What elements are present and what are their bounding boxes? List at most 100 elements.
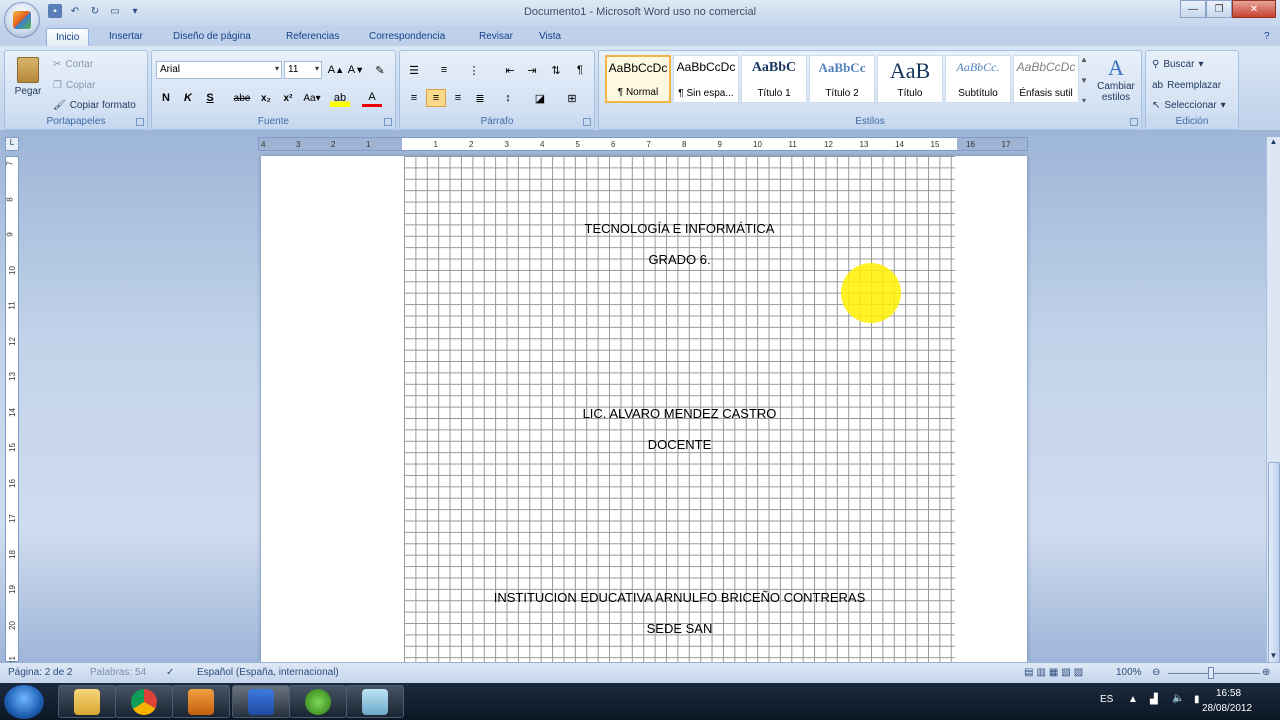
decrease-indent-icon[interactable]: ⇤ xyxy=(500,61,520,79)
volume-icon[interactable]: 🔈 xyxy=(1172,693,1184,704)
style-heading-1[interactable]: AaBbC Título 1 xyxy=(741,55,807,103)
group-clipboard: Pegar ✂ Cortar ❐ Copiar 🖌 Copiar formato Po… xyxy=(4,50,148,130)
style-subtle-emphasis[interactable]: AaBbCcDc Énfasis sutil xyxy=(1013,55,1079,103)
language-status[interactable]: Español (España, internacional) xyxy=(197,667,339,678)
shrink-font-icon[interactable]: A ▼ xyxy=(346,61,366,79)
bullets-icon[interactable]: ☰ xyxy=(404,61,424,79)
start-button[interactable] xyxy=(4,685,44,719)
word-count[interactable]: Palabras: 54 xyxy=(90,667,146,678)
zoom-slider[interactable] xyxy=(1168,673,1260,674)
multilevel-list-icon[interactable]: ⋮ xyxy=(464,61,484,79)
tab-vista[interactable]: Vista xyxy=(530,28,570,46)
network-icon[interactable]: ▟ xyxy=(1150,694,1158,705)
paragraph-launcher-icon[interactable] xyxy=(583,118,591,126)
clock-date[interactable]: 28/08/2012 xyxy=(1202,703,1252,714)
horizontal-ruler[interactable]: 4 3 2 1 1 2 3 4 5 6 7 8 9 10 11 12 13 14 15 16 17 xyxy=(258,137,1028,151)
minimize-button[interactable]: — xyxy=(1180,0,1206,18)
taskbar-recorder[interactable] xyxy=(289,685,347,718)
paste-button[interactable]: Pegar xyxy=(11,55,45,105)
style-no-spacing[interactable]: AaBbCcDc ¶ Sin espa... xyxy=(673,55,739,103)
vertical-scrollbar[interactable]: ▲ ▼ xyxy=(1266,137,1280,702)
justify-icon[interactable]: ≣ xyxy=(470,89,490,107)
replace-button[interactable]: ab Reemplazar xyxy=(1152,80,1221,91)
zoom-out-icon[interactable]: ⊖ xyxy=(1152,667,1160,678)
styles-launcher-icon[interactable] xyxy=(1130,118,1138,126)
chrome-icon xyxy=(131,688,157,715)
grow-font-icon[interactable]: A ▲ xyxy=(326,61,346,79)
increase-indent-icon[interactable]: ⇥ xyxy=(522,61,542,79)
font-size-dropdown[interactable]: 11 xyxy=(284,61,322,79)
tab-selector-button[interactable]: L xyxy=(5,137,19,151)
show-formatting-icon[interactable]: ¶ xyxy=(570,61,590,79)
show-hidden-icons[interactable]: ▲ xyxy=(1128,694,1138,705)
more-icon[interactable]: ▾ xyxy=(1082,96,1086,105)
style-normal[interactable]: AaBbCcDc ¶ Normal xyxy=(605,55,671,103)
underline-icon[interactable]: S xyxy=(200,89,220,107)
tab-insertar[interactable]: Insertar xyxy=(100,28,152,46)
zoom-in-icon[interactable]: ⊕ xyxy=(1262,667,1270,678)
align-center-icon[interactable]: ≡ xyxy=(426,89,446,107)
line-spacing-icon[interactable]: ↕ xyxy=(498,89,518,107)
taskbar-media-player[interactable] xyxy=(172,685,230,718)
scroll-up-icon[interactable]: ▲ xyxy=(1267,137,1280,146)
italic-icon[interactable]: K xyxy=(178,89,198,107)
align-left-icon[interactable]: ≡ xyxy=(404,89,424,107)
office-button[interactable] xyxy=(4,2,40,38)
tab-revisar[interactable]: Revisar xyxy=(470,28,522,46)
help-icon[interactable]: ? xyxy=(1260,28,1274,46)
tab-inicio[interactable]: Inicio xyxy=(46,28,90,46)
proofing-icon[interactable]: ✓ xyxy=(166,667,174,678)
highlight-icon[interactable]: ab xyxy=(330,89,350,107)
change-styles-button[interactable]: A Cambiar estilos xyxy=(1093,55,1139,103)
superscript-icon[interactable]: x² xyxy=(278,89,298,107)
power-icon[interactable]: ▮ xyxy=(1194,694,1200,705)
ruler-tick-label: 1 xyxy=(366,140,371,149)
clock-time[interactable]: 16:58 xyxy=(1216,688,1241,699)
change-case-icon[interactable]: Aa▾ xyxy=(302,89,322,107)
font-color-icon[interactable]: A xyxy=(362,89,382,107)
tab-referencias[interactable]: Referencias xyxy=(277,28,348,46)
bold-icon[interactable]: N xyxy=(156,89,176,107)
taskbar-word[interactable] xyxy=(232,685,290,718)
sort-icon[interactable]: ⇅ xyxy=(546,61,566,79)
format-painter-button[interactable]: 🖌 Copiar formato xyxy=(53,100,136,111)
chevron-down-icon[interactable]: ▼ xyxy=(1080,76,1088,85)
zoom-slider-thumb[interactable] xyxy=(1208,667,1214,679)
chevron-up-icon[interactable]: ▲ xyxy=(1080,55,1088,64)
subscript-icon[interactable]: x₂ xyxy=(256,89,276,107)
select-button[interactable]: ↖ Seleccionar ▾ xyxy=(1152,100,1226,111)
document-page[interactable]: TECNOLOGÍA E INFORMÁTICA GRADO 6. LIC. A… xyxy=(261,156,1027,662)
numbering-icon[interactable]: ≡ xyxy=(434,61,454,79)
cut-button[interactable]: ✂ Cortar xyxy=(53,59,93,70)
clear-format-icon[interactable]: ✎ xyxy=(370,61,390,79)
close-button[interactable]: ✕ xyxy=(1232,0,1276,18)
find-button[interactable]: ⚲ Buscar ▾ xyxy=(1152,59,1203,70)
view-buttons[interactable]: ▤▥▦▧▨ xyxy=(1024,667,1086,678)
taskbar-chrome[interactable] xyxy=(115,685,173,718)
tab-diseno-pagina[interactable]: Diseño de página xyxy=(164,28,260,46)
style-title[interactable]: AaB Título xyxy=(877,55,943,103)
language-indicator[interactable]: ES xyxy=(1100,694,1113,705)
copy-button[interactable]: ❐ Copiar xyxy=(53,80,95,91)
clipboard-launcher-icon[interactable] xyxy=(136,118,144,126)
shading-icon[interactable]: ◪ xyxy=(530,89,550,107)
format-painter-label: Copiar formato xyxy=(69,100,136,111)
maximize-button[interactable]: ❐ xyxy=(1206,0,1232,18)
style-subtitle[interactable]: AaBbCc. Subtítulo xyxy=(945,55,1011,103)
align-right-icon[interactable]: ≡ xyxy=(448,89,468,107)
scroll-down-icon[interactable]: ▼ xyxy=(1267,651,1280,660)
style-heading-2[interactable]: AaBbCc Título 2 xyxy=(809,55,875,103)
taskbar-app[interactable] xyxy=(346,685,404,718)
borders-icon[interactable]: ⊞ xyxy=(562,89,582,107)
zoom-level[interactable]: 100% xyxy=(1116,667,1142,678)
taskbar-explorer[interactable] xyxy=(58,685,116,718)
tab-correspondencia[interactable]: Correspondencia xyxy=(360,28,454,46)
change-styles-icon: A xyxy=(1108,55,1124,80)
vertical-ruler[interactable]: 7 8 9 10 11 12 13 14 15 16 17 18 19 20 21 xyxy=(5,156,19,665)
font-launcher-icon[interactable] xyxy=(384,118,392,126)
page-count[interactable]: Página: 2 de 2 xyxy=(8,667,73,678)
styles-gallery-scroll[interactable]: ▲ ▼ ▾ xyxy=(1077,55,1091,105)
recorder-icon xyxy=(305,688,331,715)
font-name-dropdown[interactable]: Arial xyxy=(156,61,282,79)
strikethrough-icon[interactable]: abe xyxy=(232,89,252,107)
